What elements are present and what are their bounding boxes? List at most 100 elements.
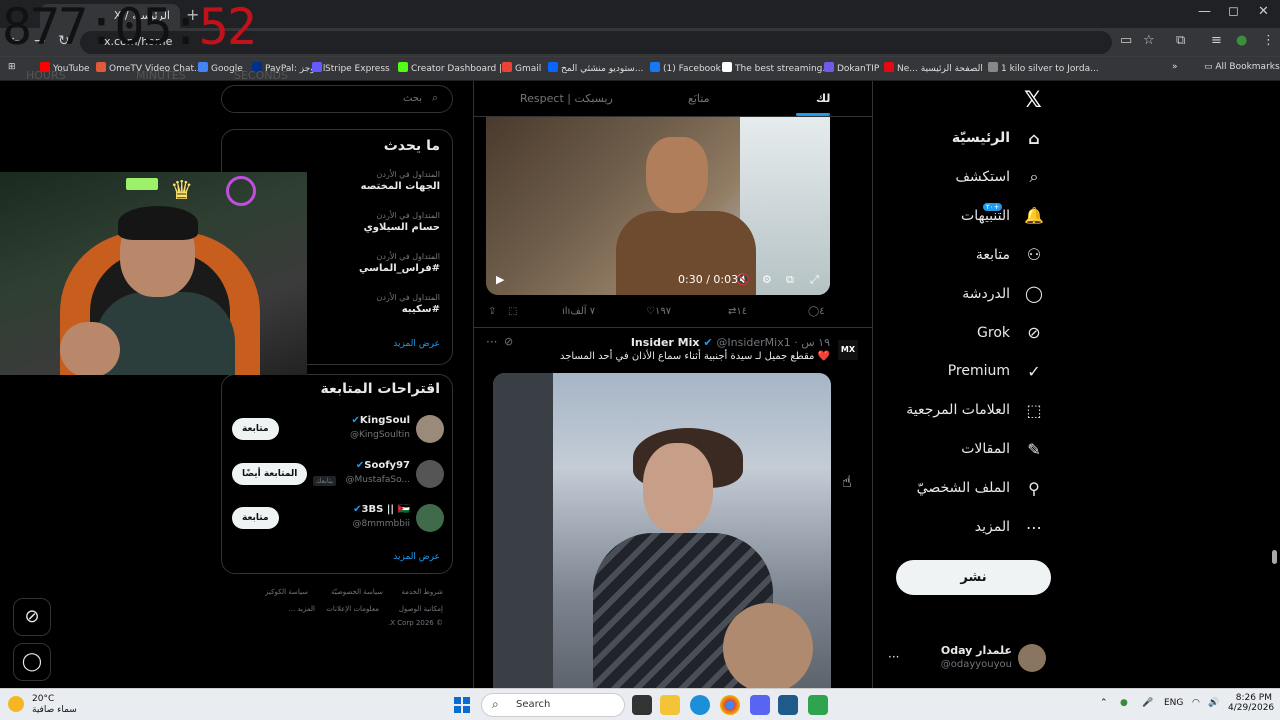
- sidebar-item-grok[interactable]: ⊘ Grok: [977, 316, 1044, 350]
- profile-avatar-icon[interactable]: ●: [1236, 33, 1247, 48]
- avatar[interactable]: [416, 504, 444, 532]
- video-player[interactable]: [493, 373, 831, 689]
- avatar[interactable]: [416, 415, 444, 443]
- x-logo-icon[interactable]: 𝕏: [1024, 88, 1042, 113]
- task-view-icon[interactable]: [632, 695, 652, 715]
- bookmark-item[interactable]: Ne... الصفحة الرئيسية: [884, 62, 983, 74]
- post-button[interactable]: نشر: [896, 560, 1051, 595]
- sidebar-item-add-user[interactable]: ⚇ متابعة: [976, 238, 1044, 272]
- views-count[interactable]: ılı ٧ آلف: [562, 306, 595, 317]
- bookmark-icon[interactable]: ⬚: [508, 306, 517, 317]
- photos-icon[interactable]: [778, 695, 798, 715]
- app-icon[interactable]: [808, 695, 828, 715]
- play-icon[interactable]: ▶: [496, 273, 504, 286]
- footer-link[interactable]: المزيد ...: [288, 605, 315, 613]
- avatar[interactable]: [416, 459, 444, 488]
- tab-respect[interactable]: Respect | ريسبكت: [520, 92, 613, 105]
- trend-item[interactable]: المتداول في الأردن حسام السيلاوي: [364, 211, 440, 233]
- scrollbar[interactable]: [1272, 550, 1277, 564]
- close-button[interactable]: ✕: [1258, 4, 1269, 19]
- tab-for-you[interactable]: لك: [816, 92, 830, 105]
- chrome-icon[interactable]: [720, 695, 740, 715]
- suggestion-name[interactable]: ✔3BS || 🇯🇴: [353, 504, 410, 515]
- bookmark-item[interactable]: (1) Facebook: [650, 62, 721, 74]
- trend-item[interactable]: المتداول في الأردن الجهات المختصه: [361, 170, 440, 192]
- fullscreen-icon[interactable]: ⤢: [810, 273, 819, 287]
- sidebar-item-home[interactable]: ⌂ الرئيسيّة: [952, 121, 1044, 155]
- discord-icon[interactable]: [750, 695, 770, 715]
- microphone-icon[interactable]: 🎤: [1142, 698, 1153, 708]
- footer-link[interactable]: إمكانية الوصول: [399, 605, 443, 613]
- see-more-link[interactable]: عرض المزيد: [393, 339, 440, 349]
- sidebar-item-more[interactable]: ⋯ المزيد: [975, 510, 1044, 544]
- trend-item[interactable]: المتداول في الأردن #فراس_الماسي: [359, 252, 440, 274]
- language-indicator[interactable]: ENG: [1164, 698, 1183, 708]
- video-player[interactable]: ▶ 0:30 / 0:03 🔇 ⚙ ⧉ ⤢: [486, 117, 830, 295]
- follow-button[interactable]: المتابعة أيضًا: [232, 462, 308, 485]
- bookmark-item[interactable]: Creator Dashboard |...: [398, 62, 511, 74]
- bookmark-item[interactable]: 1 kilo silver to Jorda...: [988, 62, 1099, 74]
- footer-link[interactable]: سياسة الكوكيز: [265, 588, 308, 596]
- chat-icon[interactable]: ◯: [13, 643, 51, 681]
- mute-icon[interactable]: 🔇: [736, 273, 750, 286]
- taskbar-search[interactable]: ⌕ Search: [481, 693, 625, 717]
- tray-app-icon[interactable]: ●: [1120, 698, 1128, 708]
- popout-icon[interactable]: ⧉: [786, 273, 794, 287]
- grok-icon[interactable]: ⊘: [13, 598, 51, 636]
- share-icon[interactable]: ⇪: [488, 306, 496, 317]
- bookmarks-overflow-icon[interactable]: »: [1172, 62, 1178, 72]
- sidebar-item-bell[interactable]: +٢٠ 🔔 التنبيهات: [961, 199, 1044, 233]
- sidebar-item-search[interactable]: ⌕ استكشف: [955, 160, 1044, 194]
- wifi-icon[interactable]: ◠: [1192, 698, 1200, 708]
- follow-button[interactable]: متابعة: [232, 507, 279, 529]
- volume-icon[interactable]: 🔊: [1208, 698, 1219, 708]
- sidebar-item-articles[interactable]: ✎ المقالات: [961, 432, 1044, 466]
- menu-icon[interactable]: ⋮: [1262, 33, 1275, 48]
- more-icon[interactable]: ···: [888, 650, 899, 664]
- bookmark-item[interactable]: ستوديو منشئي المح...: [548, 62, 643, 74]
- sidebar-item-profile[interactable]: ⚲ الملف الشخصيّ: [917, 471, 1044, 505]
- reply-button[interactable]: ◯ ٤: [808, 306, 825, 317]
- repost-button[interactable]: ⇄ ١٤: [728, 306, 747, 317]
- suggestion-name[interactable]: ✔Soofy97: [356, 460, 410, 471]
- sidebar-item-bookmark[interactable]: ⬚ العلامات المرجعية: [906, 393, 1044, 427]
- sidebar-item-premium[interactable]: ✓ Premium: [948, 354, 1044, 388]
- bookmark-item[interactable]: Stripe Express: [312, 62, 390, 74]
- file-explorer-icon[interactable]: [660, 695, 680, 715]
- footer-link[interactable]: معلومات الإعلانات: [326, 605, 379, 613]
- settings-icon[interactable]: ⚙: [762, 273, 772, 286]
- trend-item[interactable]: المتداول في الأردن #سكيبه: [377, 293, 440, 315]
- footer-link[interactable]: شروط الخدمة: [401, 588, 443, 596]
- extensions-icon[interactable]: ⧉: [1176, 33, 1185, 48]
- follow-button[interactable]: متابعة: [232, 418, 279, 440]
- apps-icon[interactable]: ⊞: [8, 62, 16, 72]
- all-bookmarks[interactable]: ▭ All Bookmarks: [1204, 62, 1280, 72]
- see-more-link[interactable]: عرض المزيد: [393, 552, 440, 562]
- suggestion-name[interactable]: ✔KingSoul: [352, 415, 410, 426]
- grok-icon[interactable]: ⊘: [504, 335, 513, 348]
- system-clock[interactable]: 8:26 PM 4/29/2026: [1228, 693, 1274, 713]
- follow-suggestion[interactable]: ✔KingSoul @KingSoultin متابعة: [222, 413, 454, 449]
- follow-suggestion[interactable]: ✔Soofy97 @MustafaSo... يتابعك المتابعة أيضً…: [222, 458, 454, 494]
- start-button[interactable]: [454, 697, 470, 713]
- edge-icon[interactable]: [690, 695, 710, 715]
- footer-link[interactable]: سياسة الخصوصيّة: [331, 588, 383, 596]
- avatar[interactable]: MX: [838, 340, 858, 360]
- account-switcher[interactable]: Oday علمدار @odayyouyou ···: [886, 640, 1046, 680]
- star-icon[interactable]: ☆: [1143, 33, 1155, 48]
- maximize-button[interactable]: ◻: [1228, 4, 1239, 19]
- tab-following[interactable]: متابَع: [688, 92, 709, 105]
- minimize-button[interactable]: —: [1198, 4, 1211, 19]
- like-button[interactable]: ♡ ١٩٧: [646, 306, 671, 317]
- tweet-author[interactable]: Insider Mix ✔ @InsiderMix1 · ١٩ س: [631, 336, 830, 349]
- bookmark-item[interactable]: DokanTIP: [824, 62, 879, 74]
- sidebar-item-chat[interactable]: ◯ الدردشة: [962, 277, 1044, 311]
- bookmark-item[interactable]: Gmail: [502, 62, 541, 74]
- bookmark-item[interactable]: The best streaming...: [722, 62, 831, 74]
- cast-icon[interactable]: ▭: [1120, 33, 1132, 48]
- more-icon[interactable]: ···: [486, 335, 497, 349]
- reading-list-icon[interactable]: ≡: [1211, 33, 1222, 48]
- search-input[interactable]: بحث: [221, 85, 453, 113]
- tray-overflow-icon[interactable]: ⌃: [1100, 698, 1108, 708]
- follow-suggestion[interactable]: ✔3BS || 🇯🇴 @8mmmbbii متابعة: [222, 502, 454, 538]
